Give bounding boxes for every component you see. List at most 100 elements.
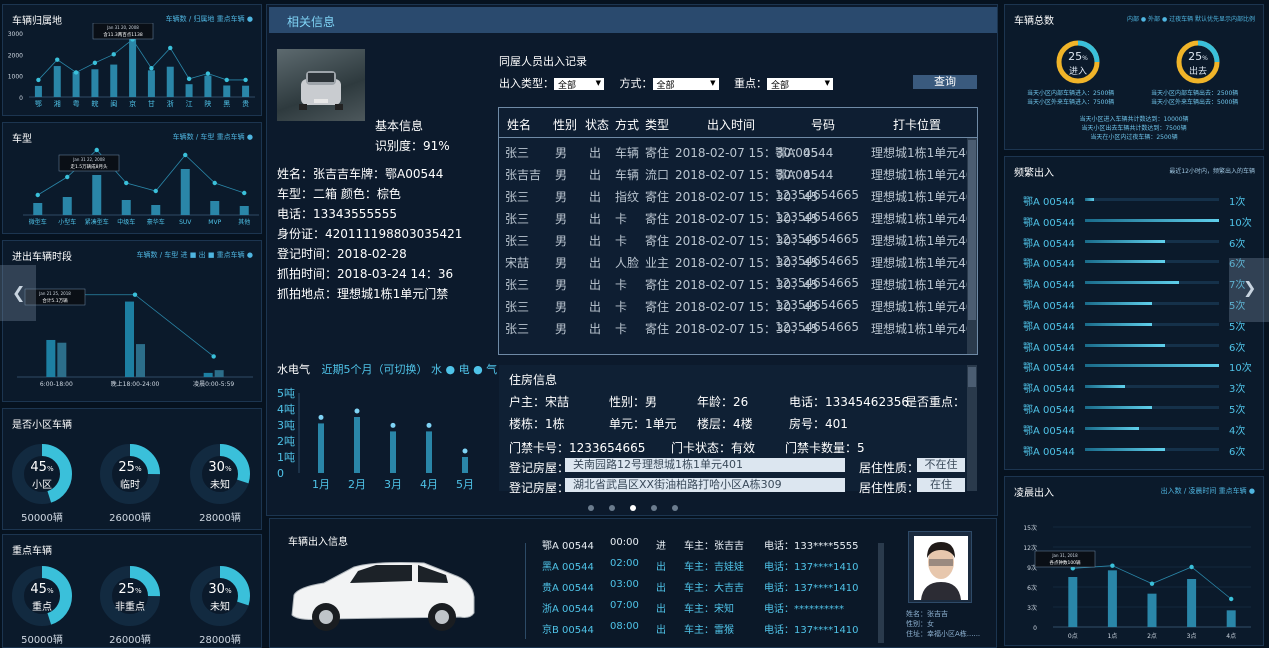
frequent-row[interactable]: 鄂A 00544 6次 (1005, 255, 1263, 270)
records-header-cell[interactable]: 出入时间 (707, 116, 755, 133)
chevron-right-icon: ❯ (1243, 278, 1257, 297)
trend-point (55, 57, 60, 62)
frequent-row[interactable]: 鄂A 00544 1次 (1005, 193, 1263, 208)
vehicle-total-nav[interactable]: 内部 ● 外部 ● 过夜车辆 默认优先显示内部比例 (1127, 14, 1255, 23)
frequent-row[interactable]: 鄂A 00544 7次 (1005, 276, 1263, 291)
y-tick-label: 0 (277, 467, 284, 480)
carousel-dot[interactable] (651, 505, 657, 511)
record-row[interactable]: 张三男出卡寄住 2018-02-07 15：30：45 12354654665 理想城… (499, 230, 967, 250)
filter-key-select[interactable]: 全部 (767, 78, 833, 91)
records-header-cell[interactable]: 状态 (585, 116, 609, 133)
carousel-dot[interactable] (609, 505, 615, 511)
dawn-nav[interactable]: 出入数 / 凌晨时间 重点车辆 ● (1161, 486, 1255, 496)
carousel-dot[interactable] (588, 505, 594, 511)
record-cell: 男 (555, 256, 568, 270)
trend-point (1189, 564, 1194, 570)
access-row[interactable]: 浙A 00544 07:00 出 车主：宋知 电话：********** (542, 600, 882, 618)
registered-house-2[interactable]: 湖北省武昌区XX街油柏路打哈小区A栋309 (565, 478, 845, 492)
access-cell: 08:00 (610, 621, 639, 632)
period-nav[interactable]: 车辆数 / 车型 进 ■ 出 ■ 重点车辆 ● (137, 250, 254, 260)
access-scrollbar[interactable] (878, 543, 884, 643)
access-row[interactable]: 京B 00544 08:00 出 车主：雷猴 电话：137****1410 (542, 621, 882, 639)
frequent-row[interactable]: 鄂A 00544 6次 (1005, 235, 1263, 250)
filter-method-select[interactable]: 全部 (652, 78, 719, 91)
records-header-cell[interactable]: 姓名 (507, 116, 531, 133)
frequent-row[interactable]: 鄂A 00544 6次 (1005, 339, 1263, 354)
record-row[interactable]: 宋喆男出人脸 业主 2018-02-07 15：30：45 12354654665 理想… (499, 252, 967, 272)
bar (239, 206, 249, 215)
record-cell: 12354654665 (775, 210, 859, 224)
record-cell: 12354654665 (775, 298, 859, 312)
record-row[interactable]: 张三男出车辆 寄住 2018-02-07 15：30：45 鄂A00544 理想城1栋1… (499, 142, 967, 162)
records-header-cell[interactable]: 号码 (811, 116, 835, 133)
y-tick-label: 15次 (1023, 524, 1037, 532)
carousel-dot-active[interactable] (630, 505, 636, 511)
frequent-row[interactable]: 鄂A 00544 3次 (1005, 380, 1263, 396)
records-header-cell[interactable]: 打卡位置 (893, 116, 941, 133)
record-cell: 张三 (505, 146, 530, 160)
community-gauge: 45% 小区 50000辆 (11, 443, 73, 524)
registered-house-1[interactable]: 关南园路12号理想城1栋1单元401 (565, 458, 845, 472)
frequent-bar (1085, 426, 1139, 430)
record-cell: 人脸 (615, 256, 640, 270)
out-stat-line: 当天小区内部车辆出去：2500辆 (1151, 90, 1239, 97)
records-header-cell[interactable]: 方式 (615, 116, 639, 133)
tooltip-date: Jan 21 25, 2018 (38, 291, 71, 296)
utility-chart: 5吨 4吨 3吨 2吨 1吨 0 1月 2月 3月 4月 5月 (277, 387, 474, 491)
frequent-row[interactable]: 鄂A 00544 4次 (1005, 422, 1263, 437)
gauge-pct-value: 45 (30, 460, 47, 475)
housing-scrollbar[interactable] (967, 365, 977, 491)
access-cell: 浙A 00544 (542, 604, 594, 615)
gauge-percent: 30% (189, 582, 251, 597)
person-photo[interactable] (908, 531, 972, 603)
frequent-row[interactable]: 鄂A 00544 10次 (1005, 214, 1263, 229)
bar (110, 64, 118, 97)
in-label: 进入 (1068, 67, 1087, 77)
record-cell: 张三 (505, 212, 530, 226)
capture-photo[interactable] (277, 49, 365, 121)
records-header-cell[interactable]: 性别 (553, 116, 577, 133)
related-info-header: 相关信息 (269, 7, 997, 33)
record-row[interactable]: 张吉吉男出车辆 流口 2018-02-07 15：30：45 鄂A00544 理想城1栋… (499, 164, 967, 184)
frequent-nav: 最近12小时内，频繁出入的车辆 (1169, 168, 1255, 175)
frequent-row[interactable]: 鄂A 00544 5次 (1005, 297, 1263, 312)
basic-info-title: 基本信息 (375, 119, 424, 133)
access-row[interactable]: 黑A 00544 02:00 出 车主：吉娃娃 电话：137****1410 (542, 558, 882, 576)
bar (354, 417, 360, 473)
frequent-row[interactable]: 鄂A 00544 10次 (1005, 359, 1263, 374)
housing-scrollbar-thumb[interactable] (968, 367, 976, 387)
record-row[interactable]: 张三男出指纹 寄住 2018-02-07 15：30：45 12354654665 理想… (499, 186, 967, 206)
records-header-cell[interactable]: 类型 (645, 116, 669, 133)
record-cell: 理想城1栋1单元401 (871, 146, 967, 160)
query-button[interactable]: 查询 (913, 75, 977, 89)
record-row[interactable]: 张三男出卡寄住 2018-02-07 15：30：45 12354654665 理想城… (499, 274, 967, 294)
record-cell: 理想城1栋1单元401 (871, 234, 967, 248)
access-row[interactable]: 贵A 00544 03:00 出 车主：大吉吉 电话：137****1410 (542, 579, 882, 597)
records-scrollbar[interactable] (967, 138, 977, 354)
frequent-row[interactable]: 鄂A 00544 5次 (1005, 401, 1263, 416)
residence-status-1[interactable]: 不在住 (917, 458, 965, 472)
x-tick-label: 0点 (1068, 632, 1078, 640)
records-scrollbar-thumb[interactable] (968, 140, 976, 320)
access-row[interactable]: 鄂A 00544 00:00 进 车主：张吉吉 电话：133****5555 (542, 537, 882, 555)
community-gauge: 25% 临时 26000辆 (99, 443, 161, 524)
frequent-count: 3次 (1229, 384, 1246, 396)
record-row[interactable]: 张三男出卡寄住 2018-02-07 15：30：45 12354654665 理想城… (499, 296, 967, 316)
carousel-next-button[interactable]: ❯ (1229, 258, 1269, 322)
frequent-bar (1085, 260, 1166, 264)
carousel-prev-button[interactable]: ❮ (0, 265, 36, 321)
y-tick-label: 5吨 (277, 387, 295, 400)
carousel-dot[interactable] (672, 505, 678, 511)
residence-status-2[interactable]: 在住 (917, 478, 965, 492)
record-row[interactable]: 张三男出卡寄住 2018-02-07 15：30：45 12354654665 理想城… (499, 318, 967, 338)
frequent-row[interactable]: 鄂A 00544 6次 (1005, 443, 1263, 458)
out-gauge: 25% 出去 (1175, 39, 1221, 85)
records-title: 同屋人员出入记录 (499, 55, 587, 68)
trend-point (73, 70, 79, 75)
frequent-row[interactable]: 鄂A 00544 5次 (1005, 318, 1263, 333)
utility-subtitle[interactable]: 近期5个月（可切换） (322, 363, 428, 376)
record-row[interactable]: 张三男出卡寄住 2018-02-07 15：30：45 12354654665 理想城… (499, 208, 967, 228)
filter-type-select[interactable]: 全部 (554, 78, 604, 91)
record-cell: 车辆 (615, 146, 640, 160)
x-tick-label: 甘 (148, 99, 155, 108)
